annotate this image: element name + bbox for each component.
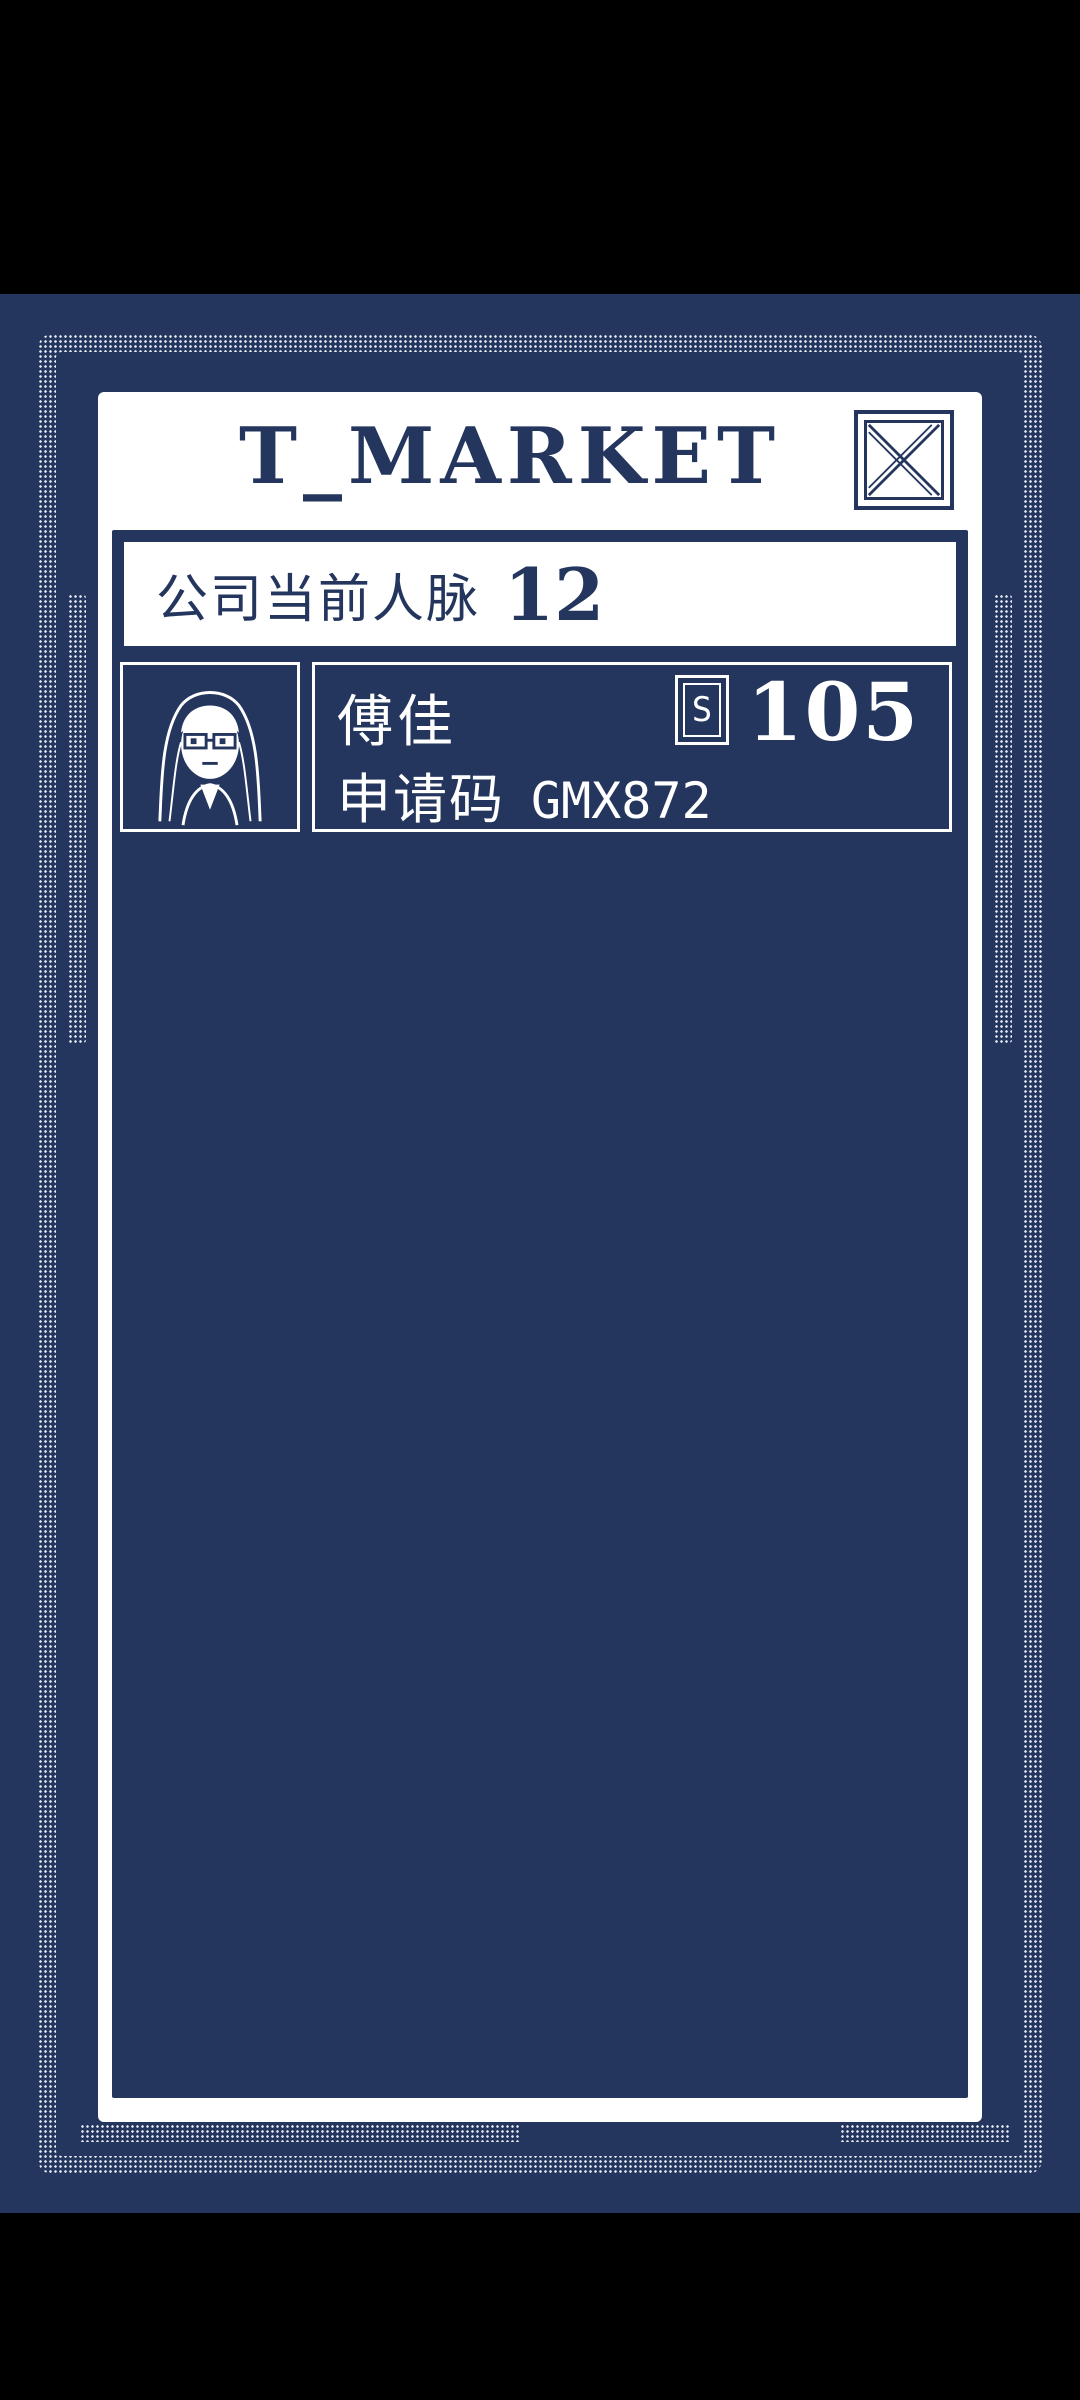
- application-code-value: GMX872: [531, 772, 712, 830]
- close-button[interactable]: [854, 410, 954, 510]
- market-panel: T_MARKET 公司当前人脉 12 傅佳 S 105 申请码 GMX872: [98, 392, 982, 2122]
- s-card-letter: S: [683, 683, 721, 737]
- company-contacts-bar: 公司当前人脉 12: [124, 542, 956, 646]
- close-x-icon: [864, 420, 944, 500]
- avatar: [120, 662, 300, 832]
- panel-title: T_MARKET: [238, 411, 781, 502]
- contact-info: 傅佳 S 105 申请码 GMX872: [312, 662, 952, 832]
- bottom-rail-decoration-mid: [260, 2124, 520, 2142]
- avatar-glasses-long-hair-icon: [158, 691, 262, 826]
- application-code-label: 申请码: [337, 768, 505, 831]
- contacts-label: 公司当前人脉: [156, 569, 481, 630]
- game-screen: T_MARKET 公司当前人脉 12 傅佳 S 105 申请码 GMX872: [0, 0, 1080, 2400]
- left-rail-decoration: [68, 594, 86, 1044]
- game-stage: T_MARKET 公司当前人脉 12 傅佳 S 105 申请码 GMX872: [0, 294, 1080, 2213]
- bottom-rail-decoration-left: [80, 2124, 260, 2142]
- contact-name: 傅佳: [337, 690, 457, 755]
- contact-score: 105: [747, 665, 920, 759]
- contact-entry[interactable]: 傅佳 S 105 申请码 GMX872: [120, 662, 960, 834]
- right-rail-decoration: [994, 594, 1012, 1044]
- application-code-row: 申请码 GMX872: [337, 755, 712, 834]
- contacts-value: 12: [504, 551, 605, 637]
- panel-body: 公司当前人脉 12 傅佳 S 105 申请码 GMX872: [112, 530, 968, 2098]
- bottom-rail-decoration-right: [840, 2124, 1010, 2142]
- s-card-icon: S: [675, 675, 729, 745]
